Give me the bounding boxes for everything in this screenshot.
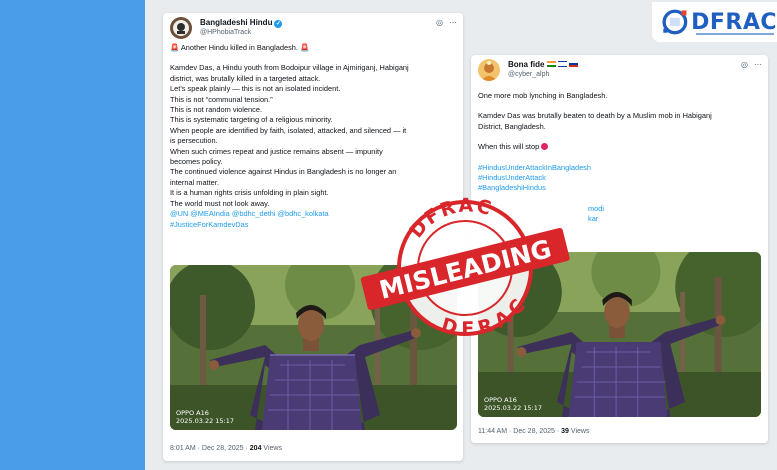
tweet-line-6: This is not random violence. — [170, 105, 263, 115]
tweet-card-1[interactable]: Bangladeshi Hindu ✓ @HPhobiaTrack ◎ ⋯ 🚨 An… — [163, 13, 463, 461]
tweet-line-3: When this will stop — [478, 142, 540, 152]
tweet-line-9: is persecution. — [170, 136, 218, 146]
flag-india-icon — [546, 61, 556, 67]
tweet-header: Bangladeshi Hindu ✓ @HPhobiaTrack ◎ ⋯ — [170, 17, 457, 43]
tweet-line-0: Another Hindu killed in Bangladesh. — [180, 43, 298, 52]
siren-icon: 🚨 — [170, 43, 180, 52]
header-actions: ◎ ⋯ — [735, 60, 762, 69]
camera-watermark: OPPO A16 2025.03.22 15:17 — [176, 409, 235, 425]
stop-sign-icon — [541, 143, 549, 151]
tweet-line-8: When people are identified by faith, iso… — [170, 125, 407, 135]
tweet-text: 🚨 Another Hindu killed in Bangladesh. 🚨 … — [170, 43, 457, 230]
avatar[interactable] — [478, 59, 500, 81]
camera-date: 2025.03.22 15:17 — [484, 403, 543, 412]
tweet-card-2[interactable]: Bona fide @cyber_alph ◎ ⋯ One more mob ly… — [471, 55, 768, 443]
view-count: 204 — [249, 445, 262, 452]
grok-icon[interactable]: ◎ — [436, 18, 443, 27]
tweet-line-2a: Kamdev Das was brutally beaten to death … — [478, 111, 712, 121]
logo-underline — [696, 33, 774, 35]
tweet-line-13: internal matter. — [170, 177, 219, 187]
flag-israel-icon — [557, 61, 567, 67]
tweet-meta: 8:01 AM · Dec 28, 2025 · 204 Views — [170, 445, 282, 452]
more-options-icon[interactable]: ⋯ — [754, 60, 762, 69]
mention-link[interactable]: modi — [478, 204, 762, 214]
camera-date: 2025.03.22 15:17 — [176, 416, 235, 425]
hashtag-link[interactable]: #BangladeshiHindus — [478, 183, 762, 193]
tweet-line-15: The world must not look away. — [170, 198, 270, 208]
hashtag-link[interactable]: #JusticeForKamdevDas — [170, 220, 457, 230]
display-name[interactable]: Bangladeshi Hindu — [200, 18, 272, 27]
tweet-line-1: One more mob lynching in Bangladesh. — [478, 91, 608, 100]
camera-watermark: OPPO A16 2025.03.22 15:17 — [484, 396, 543, 412]
tweet-line-3: district, was brutally killed in a targe… — [170, 73, 321, 83]
photo-image — [478, 252, 761, 417]
avatar[interactable] — [170, 17, 192, 39]
tweet-line-12: The continued violence against Hindus in… — [170, 167, 397, 177]
more-options-icon[interactable]: ⋯ — [449, 18, 457, 27]
views-label: Views — [570, 428, 590, 435]
tweet-photo[interactable]: OPPO A16 2025.03.22 15:17 — [478, 252, 761, 417]
tweet-meta: 11:44 AM · Dec 28, 2025 · 39 Views — [478, 428, 589, 435]
tweet-line-5: This is not “communal tension.” — [170, 94, 273, 104]
tweet-text: One more mob lynching in Bangladesh. Kam… — [478, 91, 762, 225]
tweet-line-4: Let’s speak plainly — this is not an iso… — [170, 84, 341, 94]
view-count: 39 — [561, 428, 569, 435]
handle[interactable]: @cyber_alph — [508, 71, 549, 78]
logo-text: DFRAC — [691, 9, 777, 35]
tweet-photo[interactable]: OPPO A16 2025.03.22 15:17 — [170, 265, 457, 430]
photo-image — [170, 265, 457, 430]
tweet-line-7: This is systematic targeting of a religi… — [170, 115, 333, 125]
dfrac-logo: DFRAC — [652, 2, 777, 42]
tweet-line-11: becomes policy. — [170, 157, 223, 167]
verified-badge-icon: ✓ — [274, 20, 283, 28]
siren-icon: 🚨 — [300, 43, 310, 52]
header-actions: ◎ ⋯ — [430, 18, 457, 27]
tweet-line-14: It is a human rights crisis unfolding in… — [170, 188, 329, 198]
display-name[interactable]: Bona fide — [508, 60, 544, 69]
timestamp[interactable]: 8:01 AM · Dec 28, 2025 · — [170, 445, 248, 452]
views-label: Views — [263, 445, 282, 452]
dfrac-logo-icon — [662, 9, 688, 35]
tweet-line-2: Kamdev Das, a Hindu youth from Bodoipur … — [170, 63, 409, 73]
tweet-line-2b: District, Bangladesh. — [478, 121, 546, 131]
flag-russia-icon — [569, 61, 579, 67]
handle[interactable]: @HPhobiaTrack — [200, 29, 251, 36]
mentions-link[interactable]: @UN @MEAIndia @bdhc_dethi @bdhc_kolkata — [170, 209, 457, 219]
hashtag-link[interactable]: #HindusUnderAttack — [478, 173, 762, 183]
tweet-header: Bona fide @cyber_alph ◎ ⋯ — [478, 59, 762, 85]
hashtag-link[interactable]: #HindusUnderAttackInBangladesh — [478, 163, 762, 173]
timestamp[interactable]: 11:44 AM · Dec 28, 2025 · — [478, 428, 559, 435]
mention-link[interactable]: kar — [478, 214, 762, 224]
tweet-line-10: When such crimes repeat and justice rema… — [170, 146, 383, 156]
grok-icon[interactable]: ◎ — [741, 60, 748, 69]
